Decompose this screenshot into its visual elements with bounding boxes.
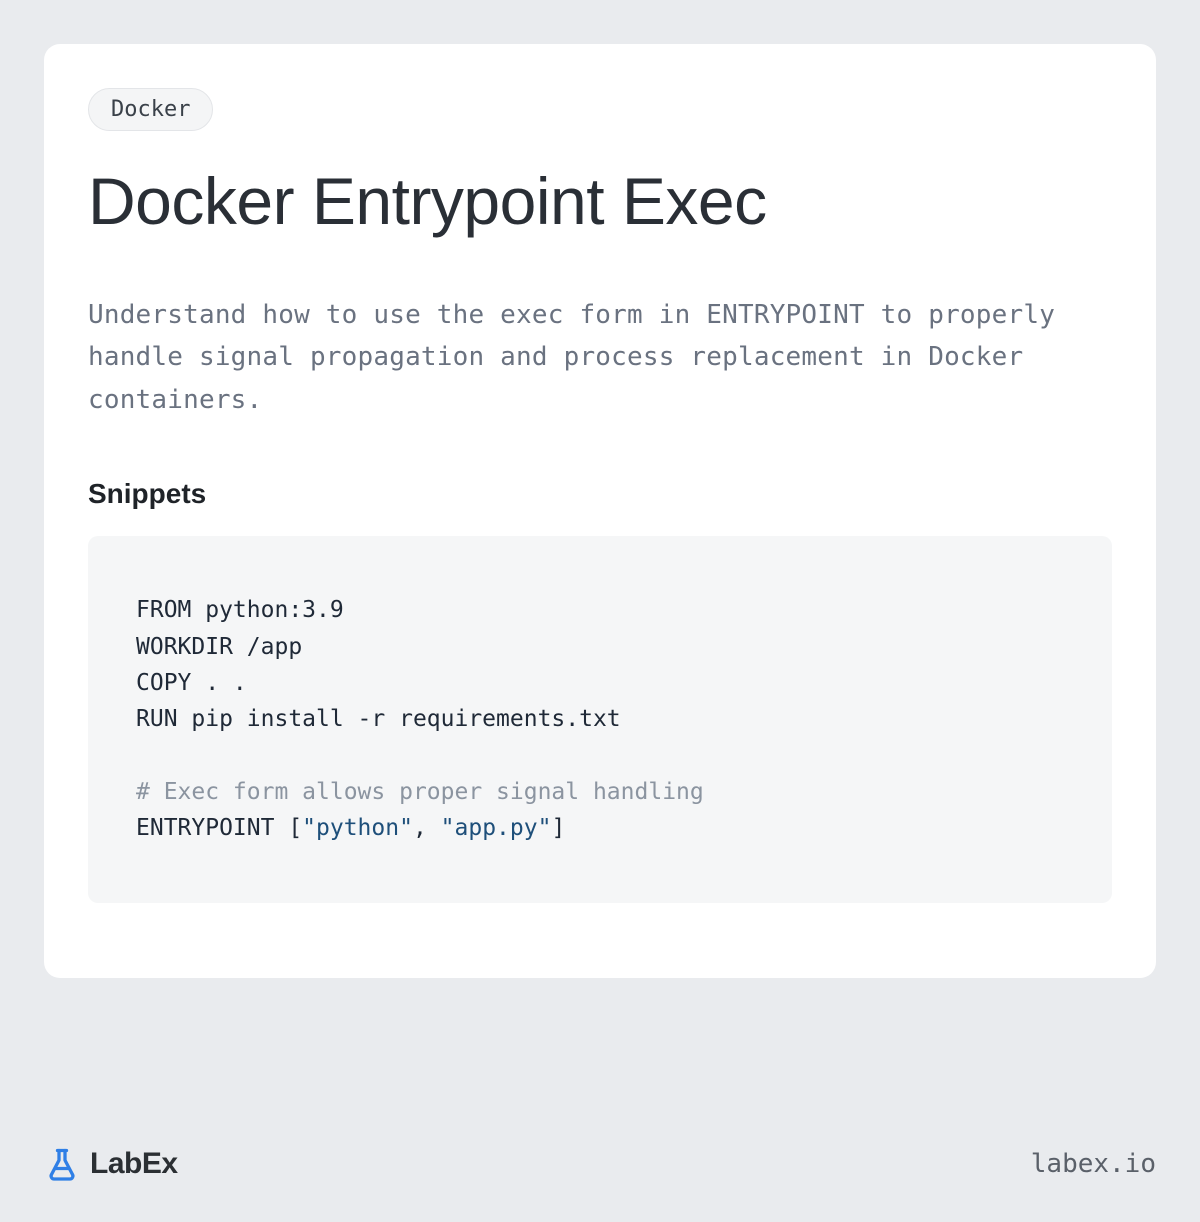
category-tag: Docker xyxy=(88,88,213,131)
code-line: ] xyxy=(551,815,565,841)
site-url: labex.io xyxy=(1031,1149,1156,1179)
code-line: WORKDIR /app xyxy=(136,634,302,660)
code-comment: # Exec form allows proper signal handlin… xyxy=(136,779,704,805)
flask-icon xyxy=(44,1146,80,1182)
brand: LabEx xyxy=(44,1146,178,1182)
code-string: "app.py" xyxy=(441,815,552,841)
snippets-heading: Snippets xyxy=(88,478,1112,510)
page-description: Understand how to use the exec form in E… xyxy=(88,294,1112,423)
code-line: , xyxy=(413,815,441,841)
page-title: Docker Entrypoint Exec xyxy=(88,165,1112,238)
brand-name: LabEx xyxy=(90,1147,178,1181)
code-line: RUN pip install -r requirements.txt xyxy=(136,706,621,732)
code-string: "python" xyxy=(302,815,413,841)
code-line: COPY . . xyxy=(136,670,247,696)
code-line: ENTRYPOINT [ xyxy=(136,815,302,841)
code-line: FROM python:3.9 xyxy=(136,597,344,623)
code-snippet: FROM python:3.9 WORKDIR /app COPY . . RU… xyxy=(88,536,1112,902)
footer: LabEx labex.io xyxy=(44,1146,1156,1182)
content-card: Docker Docker Entrypoint Exec Understand… xyxy=(44,44,1156,978)
